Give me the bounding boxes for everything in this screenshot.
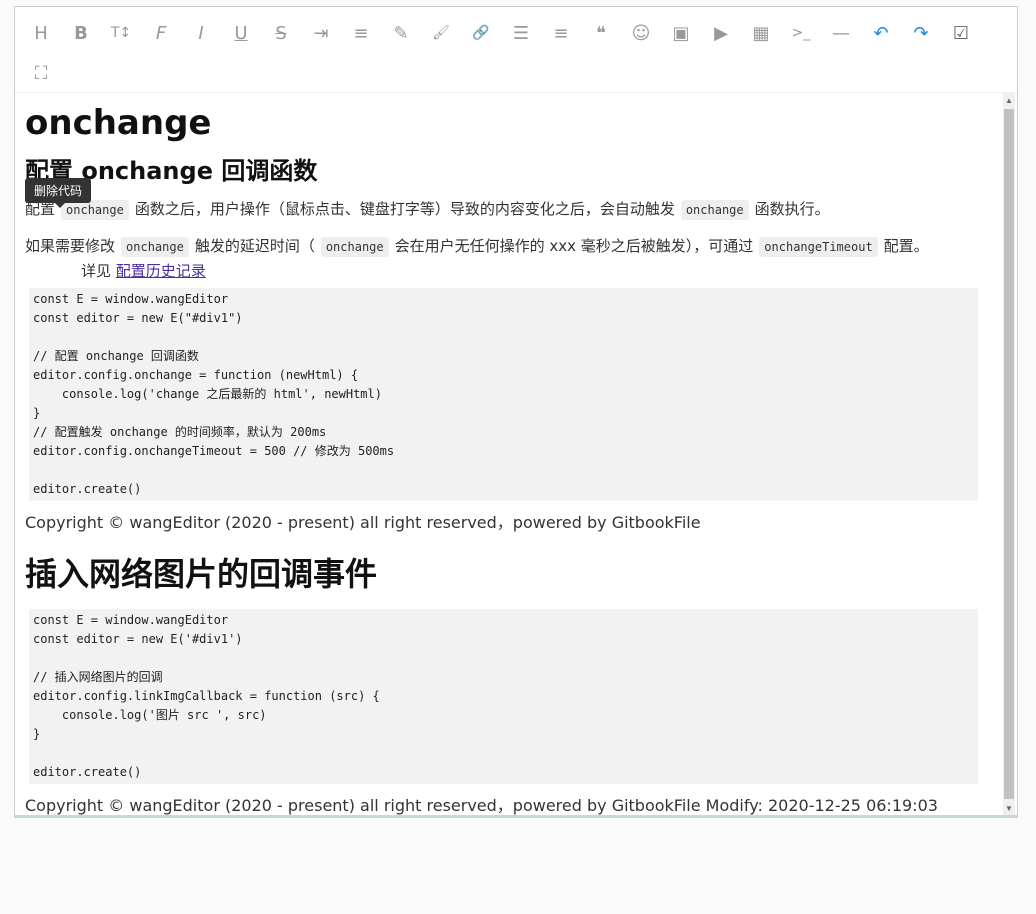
copyright-2: Copyright © wangEditor (2020 - present) … [25,796,938,815]
code-block-onchange[interactable]: const E = window.wangEditor const editor… [29,288,978,501]
delete-code-tooltip[interactable]: 删除代码 [25,178,92,208]
font-family-icon[interactable]: F [141,13,181,53]
undo-icon[interactable]: ↶ [861,13,901,53]
p2-text-b: 触发的延迟时间（ [194,237,315,255]
page-title: onchange [25,103,212,143]
link-icon[interactable]: 🔗 [461,13,501,53]
inline-code: onchange [320,237,389,257]
redo-icon[interactable]: ↷ [901,13,941,53]
justify-icon[interactable]: ≡ [541,13,581,53]
indent-icon[interactable]: ⇥ [301,13,341,53]
copyright-1: Copyright © wangEditor (2020 - present) … [25,513,701,532]
inline-code: onchange [121,237,189,257]
inline-code: onchange [680,200,749,220]
scrollbar-thumb[interactable] [1004,109,1014,799]
section-heading-onchange: 配置 onchange 回调函数 [25,157,318,185]
p3-text-a: 详见 [81,262,112,280]
scroll-down-arrow-icon[interactable]: ▼ [1003,801,1015,815]
fullscreen-icon[interactable]: ⛶ [21,53,61,93]
p1-text-c: 函数执行。 [754,200,830,218]
toolbar-row-2: ⛶ [21,53,1017,93]
line-height-icon[interactable]: ≡ [341,13,381,53]
emoticon-icon[interactable]: ☺ [621,13,661,53]
font-size-icon[interactable]: T↕ [101,13,141,53]
p2-text-c: 会在用户无任何操作的 xxx 毫秒之后被触发），可通过 [394,237,754,255]
bold-icon[interactable]: B [61,13,101,53]
fore-color-icon[interactable]: ✎ [381,13,421,53]
editor-toolbar: H B T↕ F I U S ⇥ ≡ ✎ 🖌 🔗 ☰ ≡ ❝ ☺ ▣ ▶ ▦ >_ — ↶ ↷ ☑ ⛶ [15,7,1017,93]
scroll-up-arrow-icon[interactable]: ▲ [1003,93,1015,107]
paragraph-2: 如果需要修改 onchange 触发的延迟时间（ onchange 会在用户无任何操作的… [25,233,1007,260]
paragraph-1: 配置 onchange 函数之后，用户操作（鼠标点击、键盘打字等）导致的内容变化之后… [25,196,1007,223]
p2-text-a: 如果需要修改 [25,237,116,255]
back-color-icon[interactable]: 🖌 [421,13,461,53]
code-icon[interactable]: >_ [781,13,821,53]
paragraph-3: 详见 配置历史记录 [25,260,1007,282]
inline-code: onchange [61,200,129,220]
head-icon[interactable]: H [21,13,61,53]
p1-text-b: 函数之后，用户操作（鼠标点击、键盘打字等）导致的内容变化之后，会自动触发 [134,200,675,218]
vertical-scrollbar[interactable]: ▲ ▼ [1003,93,1015,815]
editor-content[interactable]: onchange 配置 onchange 回调函数 配置 onchange 函数之后… [15,93,1017,815]
todo-icon[interactable]: ☑ [941,13,981,53]
p2-text-d: 配置。 [883,237,929,255]
quote-icon[interactable]: ❝ [581,13,621,53]
underline-icon[interactable]: U [221,13,261,53]
video-icon[interactable]: ▶ [701,13,741,53]
italic-icon[interactable]: I [181,13,221,53]
splitline-icon[interactable]: — [821,13,861,53]
toolbar-row-1: H B T↕ F I U S ⇥ ≡ ✎ 🖌 🔗 ☰ ≡ ❝ ☺ ▣ ▶ ▦ >_ — ↶ ↷ ☑ [21,13,1017,53]
image-icon[interactable]: ▣ [661,13,701,53]
list-icon[interactable]: ☰ [501,13,541,53]
strikethrough-icon[interactable]: S [261,13,301,53]
code-block-link-img[interactable]: const E = window.wangEditor const editor… [29,609,978,784]
section-heading-link-img: 插入网络图片的回调事件 [25,555,378,593]
inline-code: onchangeTimeout [759,237,878,257]
config-history-link[interactable]: 配置历史记录 [116,262,206,280]
table-icon[interactable]: ▦ [741,13,781,53]
rich-text-editor: H B T↕ F I U S ⇥ ≡ ✎ 🖌 🔗 ☰ ≡ ❝ ☺ ▣ ▶ ▦ >_ — ↶ ↷ ☑ ⛶ onchange 配置… [14,6,1018,818]
